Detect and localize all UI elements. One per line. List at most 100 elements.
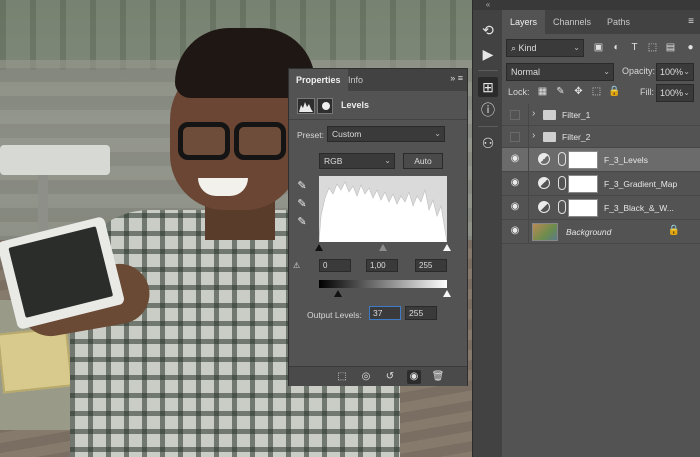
- link-icon[interactable]: [558, 176, 566, 190]
- tab-paths[interactable]: Paths: [599, 10, 638, 34]
- adjustment-filter-icon[interactable]: ◐: [610, 41, 623, 54]
- shape-filter-icon[interactable]: ⬚: [646, 41, 659, 54]
- row-divider: [528, 196, 529, 219]
- output-black-field[interactable]: 37: [369, 306, 401, 320]
- input-midtone-handle[interactable]: [379, 244, 387, 251]
- eye-icon[interactable]: ◉: [508, 224, 522, 238]
- properties-tabbar: Properties Info » ≡: [289, 69, 467, 91]
- trash-icon[interactable]: 🗑: [431, 370, 445, 384]
- history-icon[interactable]: ⟲: [478, 20, 498, 40]
- adjustment-layer-icon: [538, 153, 550, 165]
- smart-object-filter-icon[interactable]: ▤: [664, 41, 677, 54]
- layer-row-background[interactable]: ◉ Background 🔒: [502, 220, 700, 244]
- row-divider: [528, 172, 529, 195]
- lock-position-icon[interactable]: ✥: [572, 85, 585, 98]
- reset-icon[interactable]: ↺: [383, 370, 397, 384]
- eye-icon[interactable]: ◉: [508, 176, 522, 190]
- input-levels-slider[interactable]: [315, 244, 451, 252]
- lock-artboard-icon[interactable]: ⬚: [590, 85, 603, 98]
- view-previous-state-icon[interactable]: ◎: [359, 370, 373, 384]
- layers-panel[interactable]: Layers Channels Paths ≡ ⌕ Kind ⌄ ▣ ◐ T ⬚…: [502, 0, 700, 457]
- clipping-warning-icon[interactable]: ⚠: [293, 261, 300, 270]
- filter-kind-select[interactable]: ⌕ Kind ⌄: [506, 39, 584, 57]
- layer-row-filter-2[interactable]: › Filter_2: [502, 126, 700, 148]
- input-white-handle[interactable]: [443, 244, 451, 251]
- link-icon[interactable]: [558, 152, 566, 166]
- auto-button[interactable]: Auto: [403, 153, 443, 169]
- pixel-filter-icon[interactable]: ▣: [592, 41, 605, 54]
- collapsed-panel-dock: « ⟲ ▶ ⊞ ⓘ ⚇: [472, 0, 503, 457]
- properties-menu-icon[interactable]: » ≡: [450, 73, 463, 83]
- tab-properties[interactable]: Properties: [289, 69, 348, 91]
- output-levels-slider[interactable]: [319, 290, 451, 298]
- fill-field[interactable]: 100% ⌄: [656, 84, 694, 102]
- black-point-eyedropper-icon[interactable]: ✎: [295, 179, 309, 193]
- visibility-toggle-off[interactable]: [510, 110, 520, 120]
- layer-row-levels[interactable]: ◉ F_3_Levels: [502, 148, 700, 172]
- people-icon[interactable]: ⚇: [478, 133, 498, 153]
- gray-point-eyedropper-icon[interactable]: ✎: [295, 197, 309, 211]
- layer-mask-thumbnail[interactable]: [568, 151, 598, 169]
- layer-row-black-white[interactable]: ◉ F_3_Black_&_W...: [502, 196, 700, 220]
- layer-name: Filter_2: [562, 132, 591, 142]
- info-icon[interactable]: ⓘ: [478, 100, 498, 120]
- input-black-handle[interactable]: [315, 244, 323, 251]
- adjustment-layer-icon: [538, 177, 550, 189]
- layer-row-filter-1[interactable]: › Filter_1: [502, 104, 700, 126]
- blend-mode-select[interactable]: Normal ⌄: [506, 63, 614, 81]
- chevron-down-icon: ⌄: [683, 67, 690, 76]
- lock-icon: 🔒: [667, 225, 680, 236]
- output-black-handle[interactable]: [334, 290, 342, 297]
- link-icon[interactable]: [558, 200, 566, 214]
- lock-fill-row: Lock: ▦ ✎ ✥ ⬚ 🔒 Fill: 100% ⌄: [506, 84, 696, 102]
- levels-adjustment-icon[interactable]: [297, 98, 315, 114]
- photo-book: [0, 326, 73, 394]
- clip-to-layer-icon[interactable]: ⬚: [335, 370, 349, 384]
- search-icon: ⌕: [511, 43, 519, 53]
- chevron-right-icon[interactable]: ›: [532, 130, 535, 141]
- input-midtone-field[interactable]: 1,00: [366, 259, 398, 272]
- layers-panel-topbar: [502, 0, 700, 10]
- preset-select[interactable]: Custom ⌄: [327, 126, 445, 142]
- lock-pixels-icon[interactable]: ✎: [554, 85, 567, 98]
- properties-panel[interactable]: Properties Info » ≡ Levels Preset: Custo…: [288, 68, 468, 386]
- layer-name: F_3_Levels: [604, 155, 648, 165]
- tab-layers[interactable]: Layers: [502, 10, 546, 34]
- layer-mask-thumbnail[interactable]: [568, 175, 598, 193]
- eye-icon[interactable]: ◉: [508, 200, 522, 214]
- eye-icon[interactable]: ◉: [508, 152, 522, 166]
- input-black-field[interactable]: 0: [319, 259, 351, 272]
- preset-value: Custom: [332, 129, 362, 139]
- tab-channels[interactable]: Channels: [545, 10, 599, 34]
- tab-info[interactable]: Info: [341, 69, 370, 91]
- output-levels-label: Output Levels:: [307, 310, 362, 320]
- toggle-visibility-icon[interactable]: ◉: [407, 370, 421, 384]
- collapse-dock-icon[interactable]: «: [473, 0, 503, 10]
- type-filter-icon[interactable]: T: [628, 41, 641, 54]
- dock-separator: [478, 126, 498, 127]
- input-white-field[interactable]: 255: [415, 259, 447, 272]
- layers-menu-icon[interactable]: ≡: [688, 16, 694, 27]
- adjustments-icon[interactable]: ⊞: [478, 77, 498, 97]
- white-point-eyedropper-icon[interactable]: ✎: [295, 215, 309, 229]
- filter-toggle-icon[interactable]: ●: [684, 41, 697, 54]
- background-thumbnail[interactable]: [532, 223, 558, 241]
- layer-mask-thumbnail[interactable]: [568, 199, 598, 217]
- opacity-field[interactable]: 100% ⌄: [656, 63, 694, 81]
- row-divider: [528, 220, 529, 243]
- output-white-handle[interactable]: [443, 290, 451, 297]
- lock-all-icon[interactable]: 🔒: [608, 85, 621, 98]
- layer-row-gradient-map[interactable]: ◉ F_3_Gradient_Map: [502, 172, 700, 196]
- channel-select[interactable]: RGB ⌄: [319, 153, 395, 169]
- output-white-field[interactable]: 255: [405, 306, 437, 320]
- adjustment-layer-icon: [538, 201, 550, 213]
- blend-opacity-row: Normal ⌄ Opacity: 100% ⌄: [506, 62, 696, 82]
- lock-transparency-icon[interactable]: ▦: [536, 85, 549, 98]
- visibility-toggle-off[interactable]: [510, 132, 520, 142]
- play-icon[interactable]: ▶: [478, 44, 498, 64]
- photo-table: [0, 145, 110, 175]
- opacity-label: Opacity:: [622, 66, 656, 76]
- layer-mask-icon[interactable]: [317, 98, 333, 114]
- blend-mode-value: Normal: [511, 67, 541, 77]
- chevron-right-icon[interactable]: ›: [532, 108, 535, 119]
